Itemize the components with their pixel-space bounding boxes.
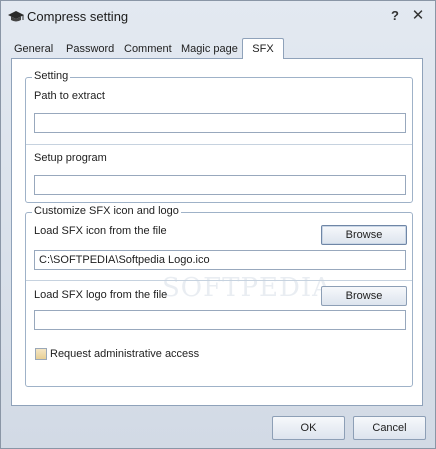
window-title: Compress setting bbox=[27, 9, 129, 24]
path-to-extract-input[interactable] bbox=[34, 113, 406, 133]
customize-sfx-legend: Customize SFX icon and logo bbox=[32, 205, 181, 217]
setting-group: Setting Path to extract Setup program bbox=[25, 70, 413, 203]
graduation-cap-icon bbox=[8, 11, 24, 22]
admin-access-checkbox[interactable] bbox=[35, 348, 47, 360]
compress-setting-window: Compress setting ? ✕ General Password Co… bbox=[0, 0, 436, 449]
setting-legend: Setting bbox=[32, 70, 71, 82]
setting-divider bbox=[26, 144, 412, 145]
icon-browse-button[interactable]: Browse bbox=[321, 225, 407, 245]
load-sfx-logo-label: Load SFX logo from the file bbox=[34, 289, 168, 301]
tab-general[interactable]: General bbox=[14, 40, 53, 58]
ok-button[interactable]: OK bbox=[272, 416, 345, 440]
tab-comment[interactable]: Comment bbox=[124, 40, 172, 58]
sfx-divider bbox=[26, 280, 412, 281]
path-to-extract-label: Path to extract bbox=[34, 90, 105, 102]
sfx-icon-path-input[interactable] bbox=[34, 250, 406, 270]
admin-access-label: Request administrative access bbox=[50, 348, 200, 360]
sfx-logo-path-input[interactable] bbox=[34, 310, 406, 330]
close-button[interactable]: ✕ bbox=[410, 7, 426, 25]
tab-magic-page[interactable]: Magic page bbox=[181, 40, 238, 58]
tab-sfx[interactable]: SFX bbox=[242, 38, 284, 59]
setup-program-input[interactable] bbox=[34, 175, 406, 195]
sfx-panel: SOFTPEDIA Setting Path to extract Setup … bbox=[11, 58, 423, 406]
tab-password[interactable]: Password bbox=[66, 40, 114, 58]
load-sfx-icon-label: Load SFX icon from the file bbox=[34, 225, 167, 237]
title-bar: Compress setting ? ✕ bbox=[1, 1, 435, 33]
setup-program-label: Setup program bbox=[34, 152, 107, 164]
cancel-button[interactable]: Cancel bbox=[353, 416, 426, 440]
customize-sfx-group: Customize SFX icon and logo Load SFX ico… bbox=[25, 205, 413, 387]
logo-browse-button[interactable]: Browse bbox=[321, 286, 407, 306]
help-button[interactable]: ? bbox=[387, 7, 403, 25]
